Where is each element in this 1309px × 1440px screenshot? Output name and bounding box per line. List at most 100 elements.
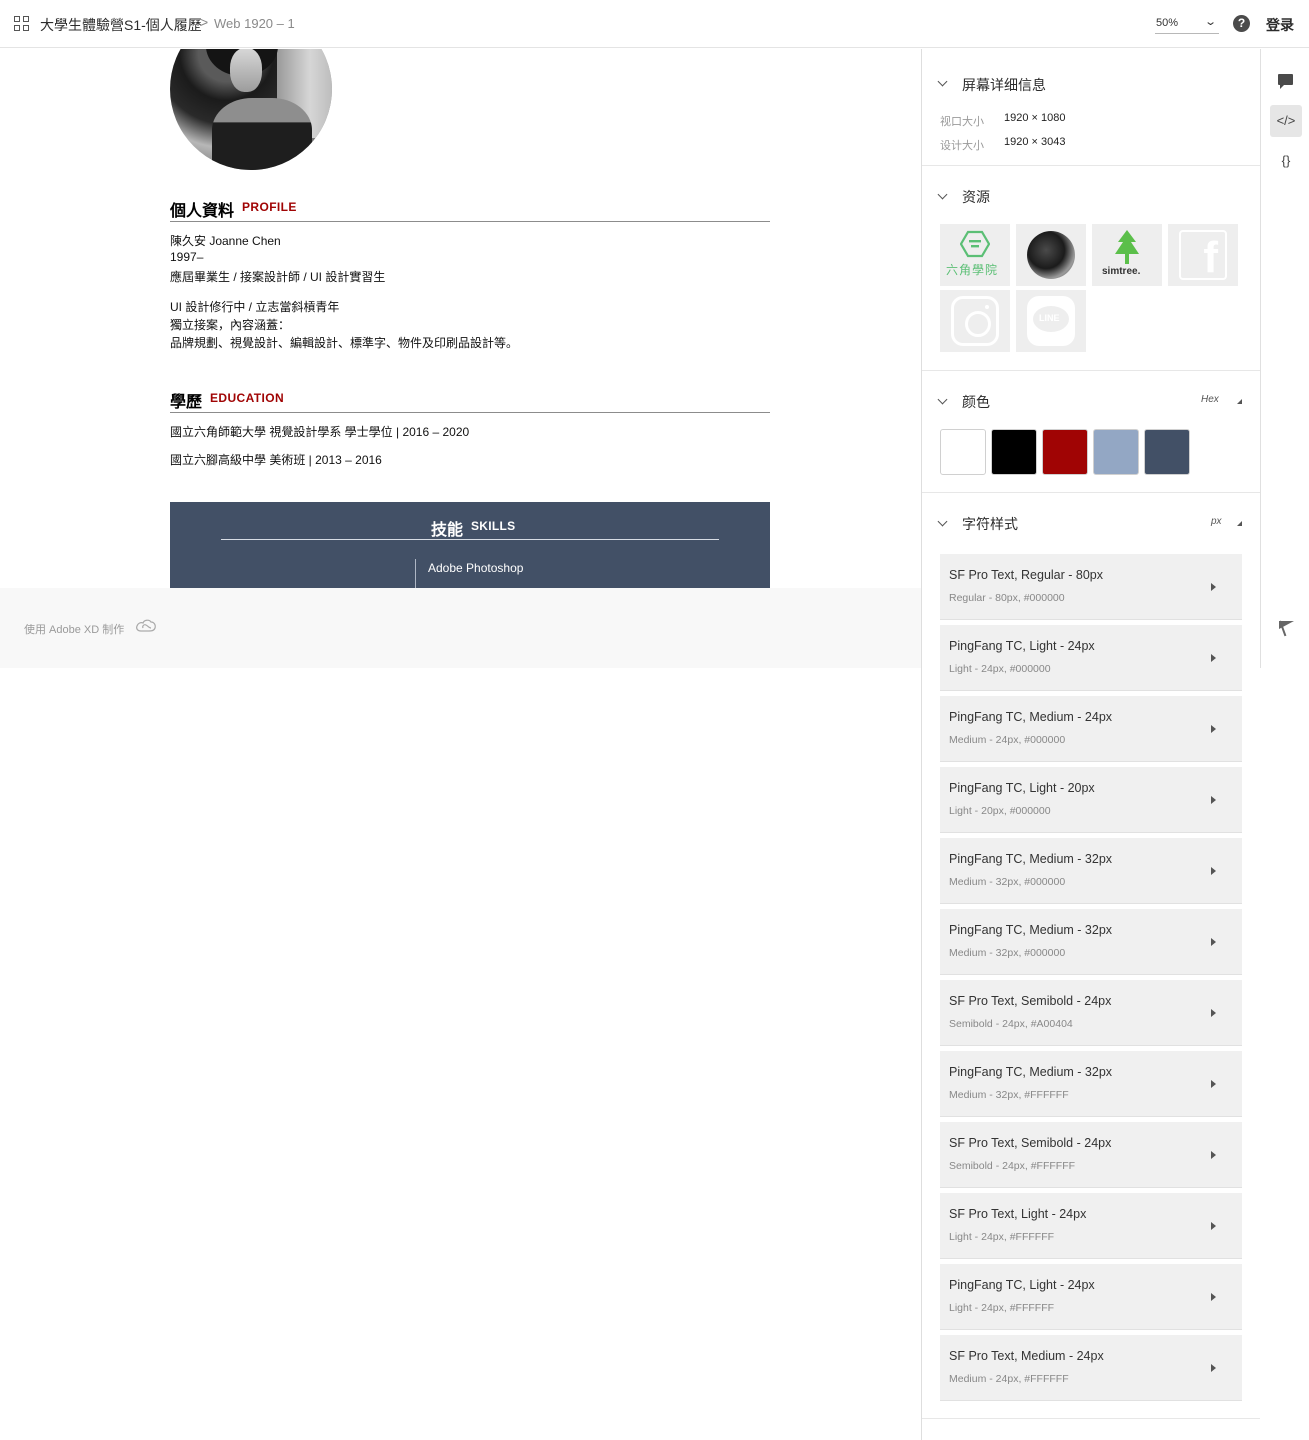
- color-swatch-slate[interactable]: [1144, 429, 1190, 475]
- screen-info-section: 屏幕详细信息 视口大小 1920 × 1080 设计大小 1920 × 3043: [922, 49, 1260, 166]
- facebook-glyph: f: [1203, 233, 1218, 282]
- chevron-right-icon: [1211, 1293, 1216, 1301]
- chevron-right-icon: [1211, 1364, 1216, 1372]
- divider: [221, 539, 719, 540]
- chevron-down-icon: ⌄: [1203, 16, 1217, 28]
- asset-hex-logo[interactable]: 六角學院: [940, 224, 1010, 286]
- asset-line-icon[interactable]: LINE: [1016, 290, 1086, 352]
- character-style-name: PingFang TC, Light - 20px: [949, 781, 1095, 795]
- character-style-meta: Medium - 32px, #000000: [949, 876, 1066, 888]
- character-styles-title[interactable]: 字符样式: [962, 514, 1018, 534]
- facebook-icon: f: [1179, 230, 1227, 280]
- asset-facebook-icon[interactable]: f: [1168, 224, 1238, 286]
- character-style-card[interactable]: PingFang TC, Medium - 32px Medium - 32px,…: [940, 909, 1242, 975]
- color-swatch-black[interactable]: [991, 429, 1037, 475]
- skills-heading-zh: 技能: [431, 522, 464, 539]
- zoom-select[interactable]: 50% ⌄: [1155, 14, 1219, 34]
- css-variables-button[interactable]: {}: [1270, 145, 1302, 177]
- chevron-down-icon[interactable]: [938, 396, 948, 406]
- character-style-card[interactable]: PingFang TC, Medium - 32px Medium - 32px,…: [940, 1051, 1242, 1117]
- color-swatch-white[interactable]: [940, 429, 986, 475]
- character-style-card[interactable]: PingFang TC, Light - 24px Light - 24px, #…: [940, 625, 1242, 691]
- character-style-card[interactable]: SF Pro Text, Light - 24px Light - 24px, #…: [940, 1193, 1242, 1259]
- chevron-down-icon[interactable]: [938, 191, 948, 201]
- screen-info-title[interactable]: 屏幕详细信息: [962, 75, 1046, 95]
- login-button[interactable]: 登录: [1266, 15, 1294, 35]
- color-swatch-light-blue[interactable]: [1093, 429, 1139, 475]
- character-style-name: SF Pro Text, Regular - 80px: [949, 568, 1104, 582]
- braces-icon: {}: [1281, 153, 1291, 168]
- asset-instagram-icon[interactable]: [940, 290, 1010, 352]
- asset-simtree-logo[interactable]: simtree.: [1092, 224, 1162, 286]
- character-style-card[interactable]: PingFang TC, Medium - 32px Medium - 32px,…: [940, 838, 1242, 904]
- education-heading: 學歷 EDUCATION: [170, 388, 770, 413]
- viewport-label: 视口大小: [940, 116, 984, 128]
- feedback-button[interactable]: [1270, 613, 1302, 645]
- character-style-name: SF Pro Text, Semibold - 24px: [949, 994, 1112, 1008]
- profile-heading-en: PROFILE: [242, 200, 297, 214]
- tree-icon: [1115, 230, 1139, 264]
- character-style-meta: Light - 20px, #000000: [949, 805, 1051, 817]
- character-style-meta: Light - 24px, #000000: [949, 663, 1051, 675]
- chevron-down-icon[interactable]: [938, 518, 948, 528]
- character-style-card[interactable]: PingFang TC, Light - 20px Light - 20px, #…: [940, 767, 1242, 833]
- character-style-card[interactable]: PingFang TC, Medium - 24px Medium - 24px,…: [940, 696, 1242, 762]
- flag-icon: [1279, 621, 1294, 629]
- character-style-name: PingFang TC, Light - 24px: [949, 639, 1095, 653]
- character-style-meta: Medium - 24px, #000000: [949, 734, 1066, 746]
- chevron-right-icon: [1211, 1151, 1216, 1159]
- character-style-card[interactable]: SF Pro Text, Regular - 80px Regular - 80p…: [940, 554, 1242, 620]
- breadcrumb-separator: >: [200, 14, 209, 30]
- profile-line: 獨立接案，內容涵蓋：: [170, 318, 291, 332]
- character-style-meta: Semibold - 24px, #A00404: [949, 1018, 1073, 1030]
- chevron-right-icon: [1211, 1009, 1216, 1017]
- character-style-meta: Medium - 24px, #FFFFFF: [949, 1373, 1069, 1385]
- breadcrumb-project[interactable]: 大學生體驗營S1-個人履歷: [40, 15, 202, 35]
- line-label: LINE: [1039, 313, 1060, 323]
- right-rail: </> {}: [1260, 49, 1309, 668]
- character-style-name: PingFang TC, Light - 24px: [949, 1278, 1095, 1292]
- inspect-code-button[interactable]: </>: [1270, 105, 1302, 137]
- character-style-meta: Regular - 80px, #000000: [949, 592, 1065, 604]
- color-swatch-red[interactable]: [1042, 429, 1088, 475]
- instagram-icon: [951, 296, 999, 346]
- artboard-canvas[interactable]: 個人資料 PROFILE 陳久安 Joanne Chen 1997– 應屆畢業生…: [0, 49, 921, 588]
- asset-profile-photo[interactable]: [1016, 224, 1086, 286]
- education-heading-zh: 學歷: [170, 394, 203, 411]
- character-style-card[interactable]: PingFang TC, Light - 24px Light - 24px, #…: [940, 1264, 1242, 1330]
- avatar: [1027, 231, 1075, 279]
- triangle-down-icon[interactable]: [1237, 521, 1242, 526]
- comments-button[interactable]: [1270, 65, 1302, 97]
- grid-icon[interactable]: [14, 16, 30, 32]
- skill-item: Adobe Photoshop: [428, 561, 524, 575]
- triangle-down-icon[interactable]: [1237, 399, 1242, 404]
- design-size-value: 1920 × 3043: [1004, 136, 1066, 148]
- color-format-select[interactable]: Hex: [1201, 394, 1219, 405]
- education-line: 國立六腳高級中學 美術班 | 2013 – 2016: [170, 453, 382, 467]
- help-icon[interactable]: ?: [1233, 15, 1250, 32]
- profile-heading: 個人資料 PROFILE: [170, 197, 770, 222]
- top-bar: 大學生體驗營S1-個人履歷 > Web 1920 – 1 50% ⌄ ? 登录: [0, 0, 1309, 48]
- chevron-right-icon: [1211, 583, 1216, 591]
- character-style-meta: Medium - 32px, #FFFFFF: [949, 1089, 1069, 1101]
- profile-line: 陳久安 Joanne Chen: [170, 234, 281, 248]
- character-style-card[interactable]: SF Pro Text, Semibold - 24px Semibold - 2…: [940, 980, 1242, 1046]
- character-style-name: SF Pro Text, Medium - 24px: [949, 1349, 1104, 1363]
- profile-line: 品牌規劃、視覺設計、編輯設計、標準字、物件及印刷品設計等。: [170, 336, 519, 350]
- profile-photo: [170, 49, 332, 170]
- character-style-card[interactable]: SF Pro Text, Medium - 24px Medium - 24px,…: [940, 1335, 1242, 1401]
- character-style-meta: Light - 24px, #FFFFFF: [949, 1231, 1055, 1243]
- character-style-name: SF Pro Text, Light - 24px: [949, 1207, 1087, 1221]
- creative-cloud-icon: [136, 619, 156, 632]
- character-style-name: PingFang TC, Medium - 24px: [949, 710, 1113, 724]
- made-with-xd-text: 使用 Adobe XD 制作: [24, 624, 125, 636]
- chevron-right-icon: [1211, 725, 1216, 733]
- asset-simtree-label: simtree.: [1102, 266, 1141, 277]
- hexagon-logo-icon: [960, 230, 990, 258]
- colors-title[interactable]: 颜色: [962, 392, 990, 412]
- character-style-card[interactable]: SF Pro Text, Semibold - 24px Semibold - 2…: [940, 1122, 1242, 1188]
- assets-title[interactable]: 资源: [962, 187, 990, 207]
- unit-select[interactable]: px: [1211, 516, 1222, 527]
- character-style-meta: Light - 24px, #FFFFFF: [949, 1302, 1055, 1314]
- chevron-down-icon[interactable]: [938, 78, 948, 88]
